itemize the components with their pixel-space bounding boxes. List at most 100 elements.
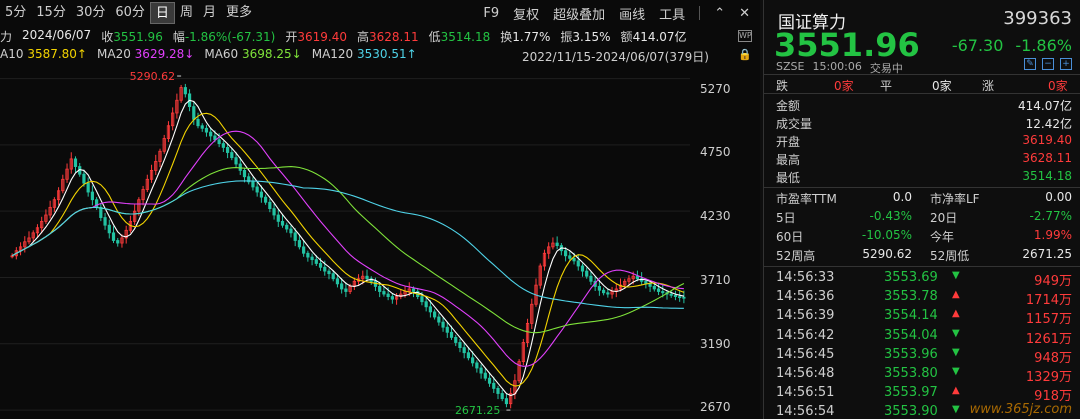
candle-body [652,285,656,290]
candle-body [420,296,424,303]
period-60min[interactable]: 60分 [110,2,150,24]
candle-body [428,306,432,313]
stat-row: 最低 3514.18 [776,169,1072,187]
chart-tools: F9 复权 超级叠加 画线 工具 ⌃ ✕ [483,0,750,26]
candle-body [365,275,369,280]
stat-label: 成交量 [776,117,813,131]
ytick-label: 5270 [700,82,731,96]
tick-volume: 949万 [1034,274,1072,289]
candle-body [99,206,103,218]
tick-row[interactable]: 14:56:42 3554.04 ▼ 1261万 [776,328,1072,347]
period-week[interactable]: 周 [175,2,198,24]
rise-count: 0家 [1048,79,1068,93]
candle-body [259,191,263,198]
candle-body [111,232,116,241]
stat-row: 金额 414.07亿 [776,97,1072,115]
candle-body [378,285,382,292]
wp-icon[interactable]: WP [738,30,752,42]
candle-body [437,316,441,323]
high-label: 高 [356,30,369,44]
overlay-button[interactable]: 超级叠加 [553,4,605,23]
candle-body [264,196,268,203]
stat-value: 3619.40 [1022,133,1072,147]
arrow-down-icon: ▼ [952,404,960,416]
tick-volume: 1157万 [1025,312,1072,328]
edit-icon[interactable]: ✎ [1024,58,1036,70]
amp-label: 幅 [172,30,185,44]
candle-body [192,106,196,120]
tick-time: 14:56:48 [776,366,835,381]
ma20-label: MA20 [97,47,131,61]
change-pct: -1.86% [1015,36,1072,55]
candle-body [280,220,285,226]
tick-row[interactable]: 14:56:45 3553.96 ▼ 948万 [776,347,1072,366]
minus-icon[interactable]: − [1042,58,1054,70]
kline-chart[interactable]: 5290.62 2671.25 [0,62,690,419]
ma20-value: 3629.28↓ [134,47,195,61]
period-month[interactable]: 月 [198,2,221,24]
tools-button[interactable]: 工具 [659,4,685,23]
period-30min[interactable]: 30分 [71,2,111,24]
tick-price: 3553.80 [884,366,938,381]
tick-time: 14:56:36 [776,289,835,305]
arrow-down-icon: ▼ [952,366,960,377]
stat-row: 成交量 12.42亿 [776,115,1072,133]
period-5min[interactable]: 5分 [0,2,31,24]
last-price: 3551.96 [774,26,920,64]
candle-body [196,118,200,127]
candle-body [585,270,589,277]
w52l-label: 52周低 [930,249,970,263]
candle-body [255,186,259,193]
pb-value: 0.00 [1045,190,1072,204]
ma120-label: MA120 [311,47,354,61]
period-more[interactable]: 更多 [221,2,257,24]
ytd-value: 1.99% [1033,228,1072,242]
f9-button[interactable]: F9 [483,6,499,21]
tick-row[interactable]: 14:56:48 3553.80 ▼ 1329万 [776,366,1072,385]
candle-body [390,296,394,300]
draw-button[interactable]: 画线 [619,4,645,23]
plus-icon[interactable]: + [1060,58,1072,70]
candle-body [496,387,500,394]
tick-row[interactable]: 14:56:36 3553.78 ▲ 1714万 [776,289,1072,308]
close-icon[interactable]: ✕ [739,6,750,21]
period-15min[interactable]: 15分 [31,2,71,24]
candle-body [504,398,509,405]
adjust-button[interactable]: 复权 [513,4,539,23]
swing-value: 3.15% [572,30,611,44]
candle-body [475,362,479,369]
w52l-value: 2671.25 [1022,247,1072,261]
ratio-row: 52周高 5290.62 52周低 2671.25 [776,247,1072,265]
high-annotation: 5290.62 [130,70,176,83]
candle-body [563,250,568,257]
tick-row[interactable]: 14:56:33 3553.69 ▼ 949万 [776,270,1072,289]
tick-row[interactable]: 14:56:51 3553.97 ▲ 918万 [776,385,1072,404]
stat-value: 3628.11 [1022,151,1072,165]
candle-body [589,275,593,282]
candle-body [86,182,90,193]
chevron-up-icon[interactable]: ⌃ [714,6,725,21]
ytick-label: 3710 [700,273,731,287]
ma60-line [11,166,685,334]
candle-body [116,240,120,244]
quote-panel: 国证算力 399363 3551.96 -67.30 -1.86% SZSE 1… [763,0,1080,419]
candle-body [386,293,390,298]
arrow-down-icon: ▼ [952,270,960,281]
open-value: 3619.40 [297,30,347,44]
candle-body [635,275,640,280]
candle-body [293,232,297,241]
tick-volume: 948万 [1034,350,1072,366]
candle-body [314,259,318,264]
tick-row[interactable]: 14:56:39 3554.14 ▲ 1157万 [776,308,1072,328]
period-day[interactable]: 日 [149,2,175,24]
index-code: 399363 [1003,8,1072,29]
candle-body [268,201,272,210]
change-value: -67.30 [951,36,1004,55]
lock-icon[interactable]: 🔒 [738,49,752,62]
ytick-label: 2670 [700,400,731,414]
candle-body [678,296,682,299]
candle-body [230,152,234,159]
candle-body [204,127,209,133]
ma10-label: A10 [0,47,24,61]
toolbar-divider [699,6,701,20]
